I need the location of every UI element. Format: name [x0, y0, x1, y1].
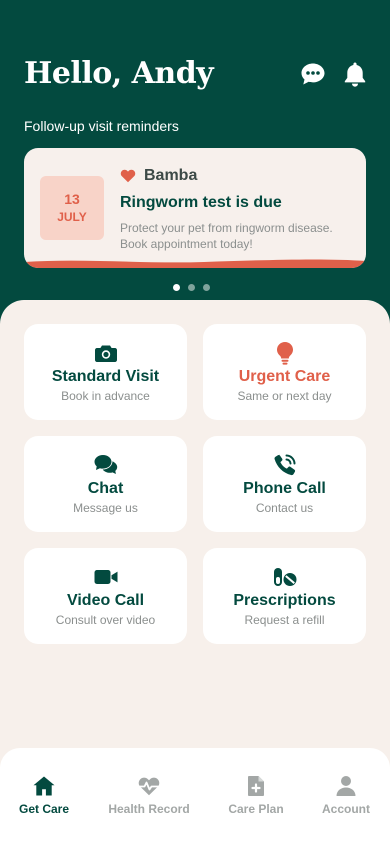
video-call-tile[interactable]: Video Call Consult over video [24, 548, 187, 644]
bell-icon[interactable] [341, 60, 369, 88]
reminders-section-title: Follow-up visit reminders [24, 118, 179, 134]
reminder-body: Protect your pet from ringworm disease. … [120, 221, 333, 251]
nav-account[interactable]: Account [296, 774, 390, 816]
urgent-care-tile[interactable]: Urgent Care Same or next day [203, 324, 366, 420]
tile-subtitle: Book in advance [61, 389, 150, 403]
reminder-title: Ringworm test is due [120, 194, 282, 211]
prescriptions-tile[interactable]: Prescriptions Request a refill [203, 548, 366, 644]
tile-subtitle: Consult over video [55, 613, 156, 627]
nav-label: Get Care [18, 802, 70, 816]
standard-visit-tile[interactable]: Standard Visit Book in advance [24, 324, 187, 420]
reminder-date-day: 13 [64, 191, 80, 207]
carousel-dot[interactable] [188, 284, 195, 291]
phone-call-tile[interactable]: Phone Call Contact us [203, 436, 366, 532]
home-icon [32, 774, 56, 798]
reminder-date: 13 JULY [40, 176, 104, 240]
tile-subtitle: Request a refill [244, 613, 325, 627]
carousel-pagination [173, 284, 210, 291]
pills-icon [272, 564, 298, 590]
reminder-card[interactable]: 13 JULY Bamba Ringworm test is due Prote… [24, 148, 366, 268]
tile-title: Prescriptions [233, 592, 336, 609]
nav-get-care[interactable]: Get Care [0, 774, 94, 816]
heart-pulse-icon [137, 774, 161, 798]
nav-label: Health Record [108, 802, 190, 816]
header: Hello, Andy Follow-up visit reminders 13… [0, 0, 390, 330]
user-icon [334, 774, 358, 798]
tile-title: Video Call [66, 592, 145, 609]
tile-title: Phone Call [243, 480, 326, 497]
reminder-date-month: JULY [57, 210, 87, 224]
nav-label: Account [322, 802, 370, 816]
bottom-nav: Get Care Health Record Care Plan Account [0, 748, 390, 844]
carousel-dot[interactable] [203, 284, 210, 291]
chat-icon [93, 452, 119, 478]
reminder-pet: Bamba [120, 166, 197, 186]
tile-subtitle: Message us [73, 501, 138, 515]
medical-file-icon [244, 774, 268, 798]
greeting-title: Hello, Andy [24, 56, 214, 91]
tile-subtitle: Contact us [255, 501, 314, 515]
nav-care-plan[interactable]: Care Plan [206, 774, 306, 816]
heart-icon [120, 169, 136, 183]
carousel-dot[interactable] [173, 284, 180, 291]
lightbulb-icon [272, 340, 298, 366]
nav-label: Care Plan [228, 802, 284, 816]
tile-title: Standard Visit [51, 368, 160, 385]
phone-icon [272, 452, 298, 478]
nav-health-record[interactable]: Health Record [99, 774, 199, 816]
chat-tile[interactable]: Chat Message us [24, 436, 187, 532]
tile-subtitle: Same or next day [237, 389, 332, 403]
tile-title: Chat [87, 480, 124, 497]
chat-bubble-icon[interactable] [299, 60, 327, 88]
reminder-pet-name: Bamba [144, 167, 198, 184]
reminder-accent-wave [24, 259, 366, 268]
video-icon [93, 564, 119, 590]
camera-icon [93, 340, 119, 366]
tile-title: Urgent Care [238, 368, 331, 385]
